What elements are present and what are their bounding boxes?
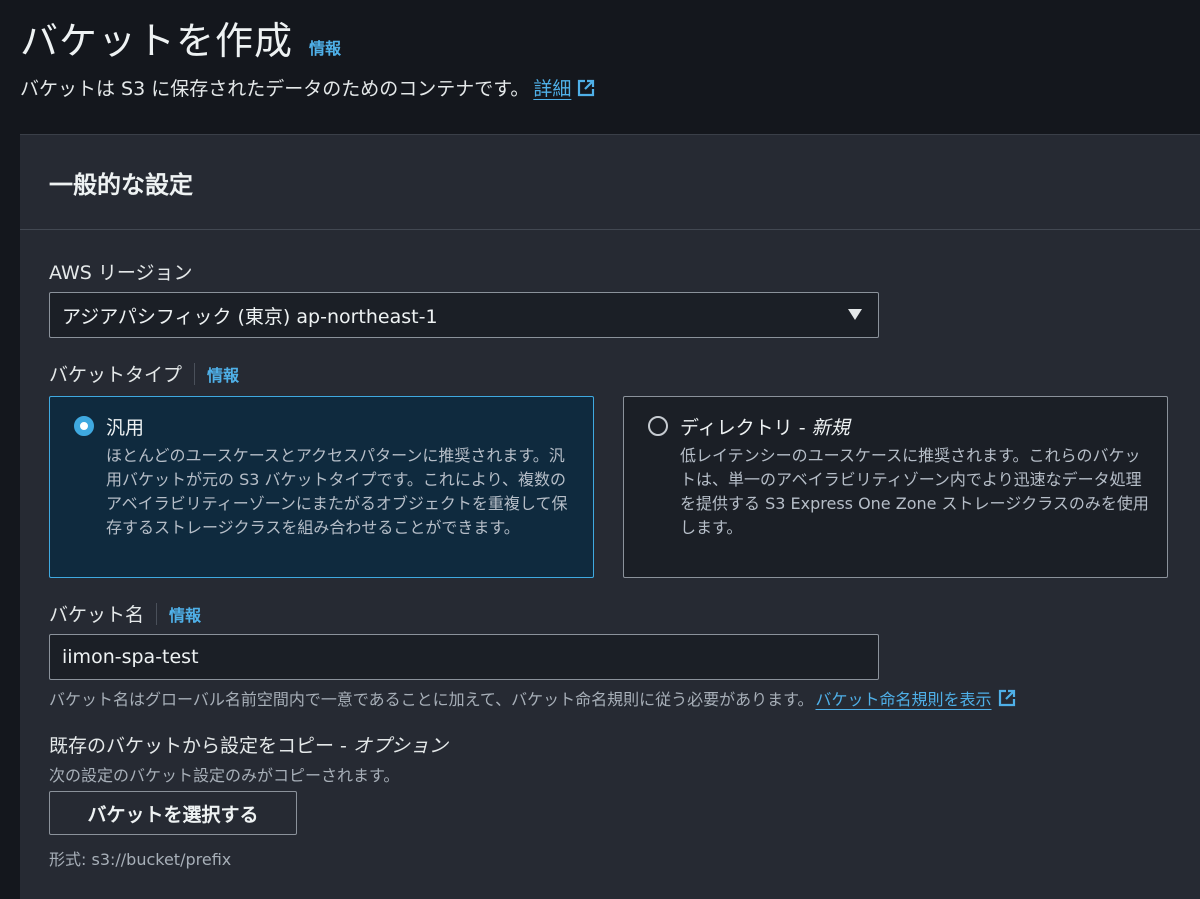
panel-header: 一般的な設定 bbox=[20, 135, 1200, 230]
region-select-value: アジアパシフィック (東京) ap-northeast-1 bbox=[62, 305, 438, 328]
select-bucket-button[interactable]: バケットを選択する bbox=[49, 791, 297, 835]
format-hint: 形式: s3://bucket/prefix bbox=[49, 850, 232, 869]
page-title: バケットを作成 bbox=[20, 19, 294, 63]
copy-settings-label: 既存のバケットから設定をコピー - オプション bbox=[49, 731, 448, 758]
header-info-link[interactable]: 情報 bbox=[309, 35, 341, 59]
option-new-badge: 新規 bbox=[811, 417, 850, 439]
radio-unselected-icon[interactable] bbox=[648, 416, 668, 436]
details-link-label: 詳細 bbox=[533, 78, 572, 100]
bucket-name-value: iimon-spa-test bbox=[62, 646, 199, 668]
copy-settings-optional: オプション bbox=[352, 735, 448, 757]
page-description-text: バケットは S3 に保存されたデータのためのコンテナです。 bbox=[20, 78, 530, 100]
region-select[interactable]: アジアパシフィック (東京) ap-northeast-1 bbox=[49, 292, 879, 338]
bucket-type-option-directory[interactable]: ディレクトリ - 新規 低レイテンシーのユースケースに推奨されます。これらのバケ… bbox=[623, 396, 1168, 578]
bucket-name-input[interactable]: iimon-spa-test bbox=[49, 634, 879, 680]
naming-rules-link-label: バケット命名規則を表示 bbox=[815, 690, 992, 709]
naming-rules-link[interactable]: バケット命名規則を表示 bbox=[815, 686, 1015, 710]
bucket-name-label-row: バケット名 情報 bbox=[49, 600, 201, 627]
bucket-name-label: バケット名 bbox=[49, 604, 145, 626]
section-title: 一般的な設定 bbox=[49, 170, 193, 199]
copy-settings-hint: 次の設定のバケット設定のみがコピーされます。 bbox=[49, 766, 400, 785]
option-title: 汎用 bbox=[106, 413, 577, 440]
copy-settings-label-text: 既存のバケットから設定をコピー - bbox=[49, 735, 353, 757]
option-title-text: ディレクトリ - bbox=[680, 417, 812, 439]
option-title: ディレクトリ - 新規 bbox=[680, 413, 1151, 440]
external-link-icon bbox=[578, 79, 595, 96]
divider bbox=[194, 362, 196, 385]
caret-down-icon bbox=[848, 309, 862, 320]
general-settings-panel: 一般的な設定 AWS リージョン アジアパシフィック (東京) ap-north… bbox=[20, 134, 1200, 899]
bucket-name-hint-text: バケット名はグローバル名前空間内で一意であることに加えて、バケット命名規則に従う… bbox=[49, 690, 814, 709]
external-link-icon bbox=[998, 689, 1015, 707]
bucket-type-label-row: バケットタイプ 情報 bbox=[49, 360, 239, 387]
bucket-type-option-general[interactable]: 汎用 ほとんどのユースケースとアクセスパターンに推奨されます。汎用バケットが元の… bbox=[49, 396, 594, 578]
option-description: ほとんどのユースケースとアクセスパターンに推奨されます。汎用バケットが元の S3… bbox=[106, 446, 568, 537]
bucket-type-info-link[interactable]: 情報 bbox=[207, 362, 239, 386]
region-label: AWS リージョン bbox=[49, 262, 193, 284]
radio-selected-icon[interactable] bbox=[74, 416, 94, 436]
bucket-type-label: バケットタイプ bbox=[49, 364, 183, 386]
page-description: バケットは S3 に保存されたデータのためのコンテナです。 詳細 bbox=[20, 74, 595, 101]
option-description: 低レイテンシーのユースケースに推奨されます。これらのバケットは、単一のアベイラビ… bbox=[680, 446, 1149, 537]
bucket-name-hint: バケット名はグローバル名前空間内で一意であることに加えて、バケット命名規則に従う… bbox=[49, 686, 1016, 710]
create-bucket-page: バケットを作成 情報 バケットは S3 に保存されたデータのためのコンテナです。… bbox=[0, 0, 1200, 899]
bucket-name-info-link[interactable]: 情報 bbox=[169, 602, 201, 626]
page-header: バケットを作成 情報 bbox=[20, 10, 341, 65]
option-title-text: 汎用 bbox=[106, 417, 145, 439]
divider bbox=[156, 602, 158, 625]
details-link[interactable]: 詳細 bbox=[533, 74, 595, 101]
